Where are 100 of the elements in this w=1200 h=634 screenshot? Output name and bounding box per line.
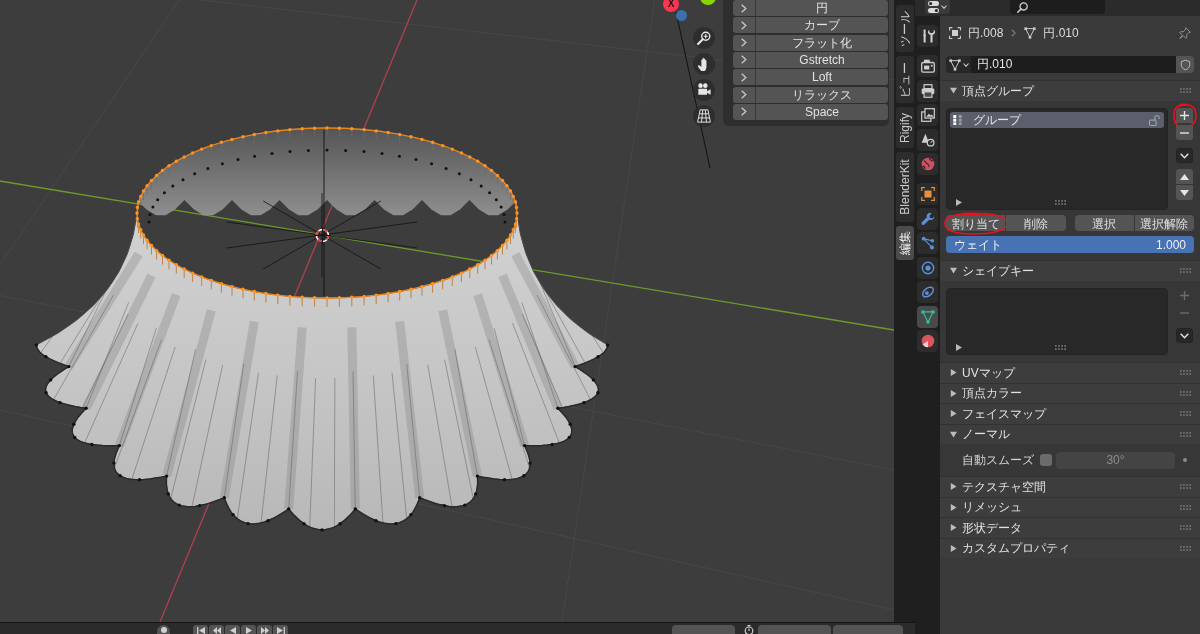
auto-smooth-label: 自動スムーズ: [962, 452, 1034, 469]
current-frame-field[interactable]: [672, 625, 735, 634]
mesh-name: 円.010: [1043, 25, 1079, 42]
action-button[interactable]: 割り当て: [946, 215, 1006, 231]
double-triangle-right-icon: [260, 626, 269, 634]
properties-tab[interactable]: [917, 232, 938, 254]
mesh-name-field[interactable]: 円.010: [971, 56, 1176, 73]
object-name: 円.008: [968, 25, 1004, 42]
panel-title: 頂点グループ: [962, 82, 1034, 100]
triangle-right-icon[interactable]: [956, 344, 962, 351]
slider-label: ウェイト: [954, 236, 1002, 253]
properties-tab[interactable]: [917, 281, 938, 303]
next-keyframe-button[interactable]: [257, 625, 272, 634]
search-icon: [1017, 1, 1028, 13]
grip-icon: [1180, 545, 1191, 551]
menu-item[interactable]: フラット化: [733, 34, 888, 51]
circle-icon: [160, 627, 167, 633]
action-button[interactable]: 削除: [1006, 215, 1066, 231]
caret-icon: [963, 62, 969, 67]
move-down-button[interactable]: [1176, 185, 1193, 200]
double-triangle-left-icon: [212, 626, 221, 634]
add-button[interactable]: [1176, 108, 1193, 123]
panel-title: リメッシュ: [962, 499, 1022, 517]
sidebar-tab[interactable]: 編集: [895, 226, 914, 260]
panel-title: カスタムプロパティ: [962, 540, 1070, 558]
minus-icon: [1180, 131, 1189, 134]
play-icon: [244, 626, 253, 634]
globe-icon: [920, 157, 935, 171]
jump-start-button[interactable]: [193, 625, 208, 634]
panel-title: ノーマル: [962, 426, 1010, 444]
padlock-icon[interactable]: [1149, 114, 1160, 126]
menu-item[interactable]: Loft: [733, 69, 888, 86]
screwdriver-wrench-icon: [920, 29, 935, 43]
properties-tab[interactable]: [917, 104, 938, 126]
play-button[interactable]: [241, 625, 256, 634]
checkbox[interactable]: [1040, 454, 1052, 466]
sidebar-tab[interactable]: ツール: [895, 5, 914, 52]
mesh-browse-button[interactable]: [946, 56, 971, 73]
printer-icon: [920, 83, 935, 98]
grip-icon: [1180, 525, 1191, 531]
menu-item[interactable]: 円: [733, 0, 888, 16]
cone-sphere-icon: [920, 132, 935, 147]
dot-icon: [1183, 458, 1187, 462]
editor-type-button[interactable]: [925, 0, 950, 14]
ring-icon: [920, 285, 935, 299]
search-field[interactable]: [1010, 0, 1105, 14]
triangle-mesh-icon: [920, 309, 935, 324]
fake-user-button[interactable]: [1176, 56, 1194, 73]
menu-item[interactable]: Gstretch: [733, 52, 888, 68]
perspective-button[interactable]: [693, 105, 715, 127]
menu-button[interactable]: [1176, 328, 1193, 343]
jump-start-icon: [196, 626, 205, 634]
menu-button[interactable]: [1176, 148, 1193, 163]
pin-icon[interactable]: [1179, 27, 1191, 39]
menu-item[interactable]: リラックス: [733, 86, 888, 103]
properties-tab[interactable]: [917, 330, 938, 352]
panel-title: 頂点カラー: [962, 385, 1022, 403]
jump-end-button[interactable]: [273, 625, 288, 634]
camera-view-button[interactable]: [693, 79, 715, 101]
grip-icon: [1180, 411, 1191, 417]
properties-tab[interactable]: [917, 256, 938, 279]
triangle-right-icon[interactable]: [956, 199, 962, 206]
properties-tab[interactable]: [917, 128, 938, 151]
sidebar-tab[interactable]: Rigify: [895, 107, 914, 148]
action-button[interactable]: 選択: [1074, 215, 1134, 231]
properties-tab[interactable]: [917, 25, 938, 47]
stacked-images-icon: [920, 108, 935, 122]
auto-keying-button[interactable]: [157, 625, 170, 634]
menu-item[interactable]: Space: [733, 103, 888, 120]
sidebar-tab[interactable]: ビュー: [895, 56, 914, 103]
weight-slider[interactable]: ウェイト 1.000: [946, 236, 1194, 253]
sidebar-tab[interactable]: BlenderKit: [895, 152, 914, 222]
properties-tab[interactable]: [917, 183, 938, 205]
zoom-button[interactable]: [693, 27, 715, 49]
grip-icon: [1180, 431, 1191, 437]
remove-button[interactable]: [1176, 125, 1193, 140]
pan-button[interactable]: [693, 53, 715, 75]
previous-keyframe-button[interactable]: [209, 625, 224, 634]
action-button[interactable]: 選択解除: [1134, 215, 1194, 231]
list-item[interactable]: グループ: [950, 112, 1164, 128]
triangle-down-icon: [1180, 189, 1189, 196]
menu-item[interactable]: カーブ: [733, 17, 888, 34]
properties-tab[interactable]: [917, 207, 938, 230]
properties-tab[interactable]: [917, 305, 938, 328]
grip-icon: [1180, 504, 1191, 510]
connected-dots-icon: [920, 236, 935, 250]
orbit-icon: [920, 260, 935, 275]
move-up-button[interactable]: [1176, 169, 1193, 184]
end-frame-field[interactable]: [833, 625, 903, 634]
properties-tab[interactable]: [917, 55, 938, 77]
grip-icon: [1054, 345, 1066, 350]
plus-icon: [1180, 111, 1189, 120]
properties-tab[interactable]: [917, 79, 938, 102]
grip-icon: [1180, 484, 1191, 490]
chevron-down-icon: [1180, 152, 1189, 159]
start-frame-field[interactable]: [758, 625, 831, 634]
slider-value: 1.000: [1155, 236, 1186, 253]
x-axis-button[interactable]: X: [663, 0, 679, 12]
stopwatch-button[interactable]: [742, 625, 755, 634]
play-reverse-button[interactable]: [225, 625, 240, 634]
